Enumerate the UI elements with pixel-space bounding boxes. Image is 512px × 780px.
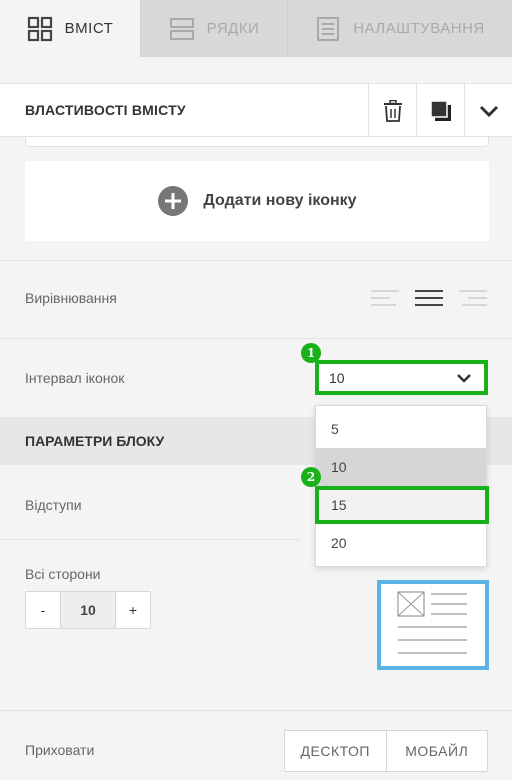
- previous-input-edge: [25, 137, 489, 147]
- decrement-button[interactable]: -: [26, 592, 60, 628]
- grid-icon: [27, 16, 52, 41]
- padding-value[interactable]: 10: [60, 592, 116, 628]
- add-new-icon-label: Додати нову іконку: [203, 192, 357, 209]
- step-marker-2: 2: [301, 467, 321, 487]
- padding-stepper: - 10 +: [25, 591, 151, 629]
- step-marker-1: 1: [301, 343, 321, 363]
- content-properties-header: ВЛАСТИВОСТІ ВМІСТУ: [0, 83, 512, 137]
- tab-rows-label: РЯДКИ: [206, 20, 260, 37]
- layout-preview-icon: [397, 591, 467, 654]
- trash-icon: [383, 99, 402, 122]
- hide-device-toggle: ДЕСКТОП МОБАЙЛ: [284, 730, 488, 772]
- icon-spacing-label: Інтервал іконок: [25, 370, 125, 386]
- divider: [0, 710, 512, 711]
- tab-settings[interactable]: НАЛАШТУВАННЯ: [288, 0, 512, 57]
- divider: [0, 260, 512, 261]
- delete-button[interactable]: [368, 84, 416, 137]
- hide-label: Приховати: [25, 742, 95, 758]
- option-10[interactable]: 10: [316, 448, 486, 486]
- plus-circle-icon: [158, 186, 189, 216]
- duplicate-button[interactable]: [416, 84, 464, 137]
- add-new-icon-button[interactable]: Додати нову іконку: [25, 161, 489, 241]
- settings-page-icon: [317, 16, 340, 41]
- divider: [0, 539, 300, 540]
- duplicate-icon: [429, 99, 451, 121]
- rows-icon: [169, 17, 194, 40]
- chevron-down-icon: [479, 105, 498, 117]
- tab-settings-label: НАЛАШТУВАННЯ: [353, 20, 485, 37]
- align-right-icon[interactable]: [458, 288, 488, 308]
- all-sides-label: Всі сторони: [25, 566, 101, 582]
- icon-spacing-dropdown: 5 10 15 20: [315, 405, 489, 567]
- tab-content[interactable]: ВМІСТ: [0, 0, 141, 57]
- padding-label: Відступи: [25, 497, 82, 513]
- align-center-icon[interactable]: [414, 288, 444, 308]
- top-tabs: ВМІСТ РЯДКИ НАЛАШТУВАННЯ: [0, 0, 512, 57]
- icon-spacing-value: 10: [329, 369, 345, 386]
- block-preview: [377, 580, 489, 670]
- divider: [0, 338, 512, 339]
- collapse-button[interactable]: [464, 84, 512, 137]
- option-20[interactable]: 20: [316, 524, 486, 562]
- align-left-icon[interactable]: [370, 288, 400, 308]
- option-15[interactable]: 15: [315, 486, 489, 524]
- option-5[interactable]: 5: [316, 410, 486, 448]
- tab-rows[interactable]: РЯДКИ: [141, 0, 288, 57]
- content-properties-title: ВЛАСТИВОСТІ ВМІСТУ: [25, 102, 186, 118]
- alignment-label: Вирівнювання: [25, 290, 117, 306]
- increment-button[interactable]: +: [116, 592, 150, 628]
- chevron-down-icon: [457, 374, 471, 383]
- tab-content-label: ВМІСТ: [64, 20, 114, 37]
- icon-spacing-select[interactable]: 10: [315, 360, 488, 395]
- hide-desktop-button[interactable]: ДЕСКТОП: [285, 731, 386, 771]
- alignment-options: [370, 288, 490, 310]
- hide-mobile-button[interactable]: МОБАЙЛ: [385, 731, 488, 771]
